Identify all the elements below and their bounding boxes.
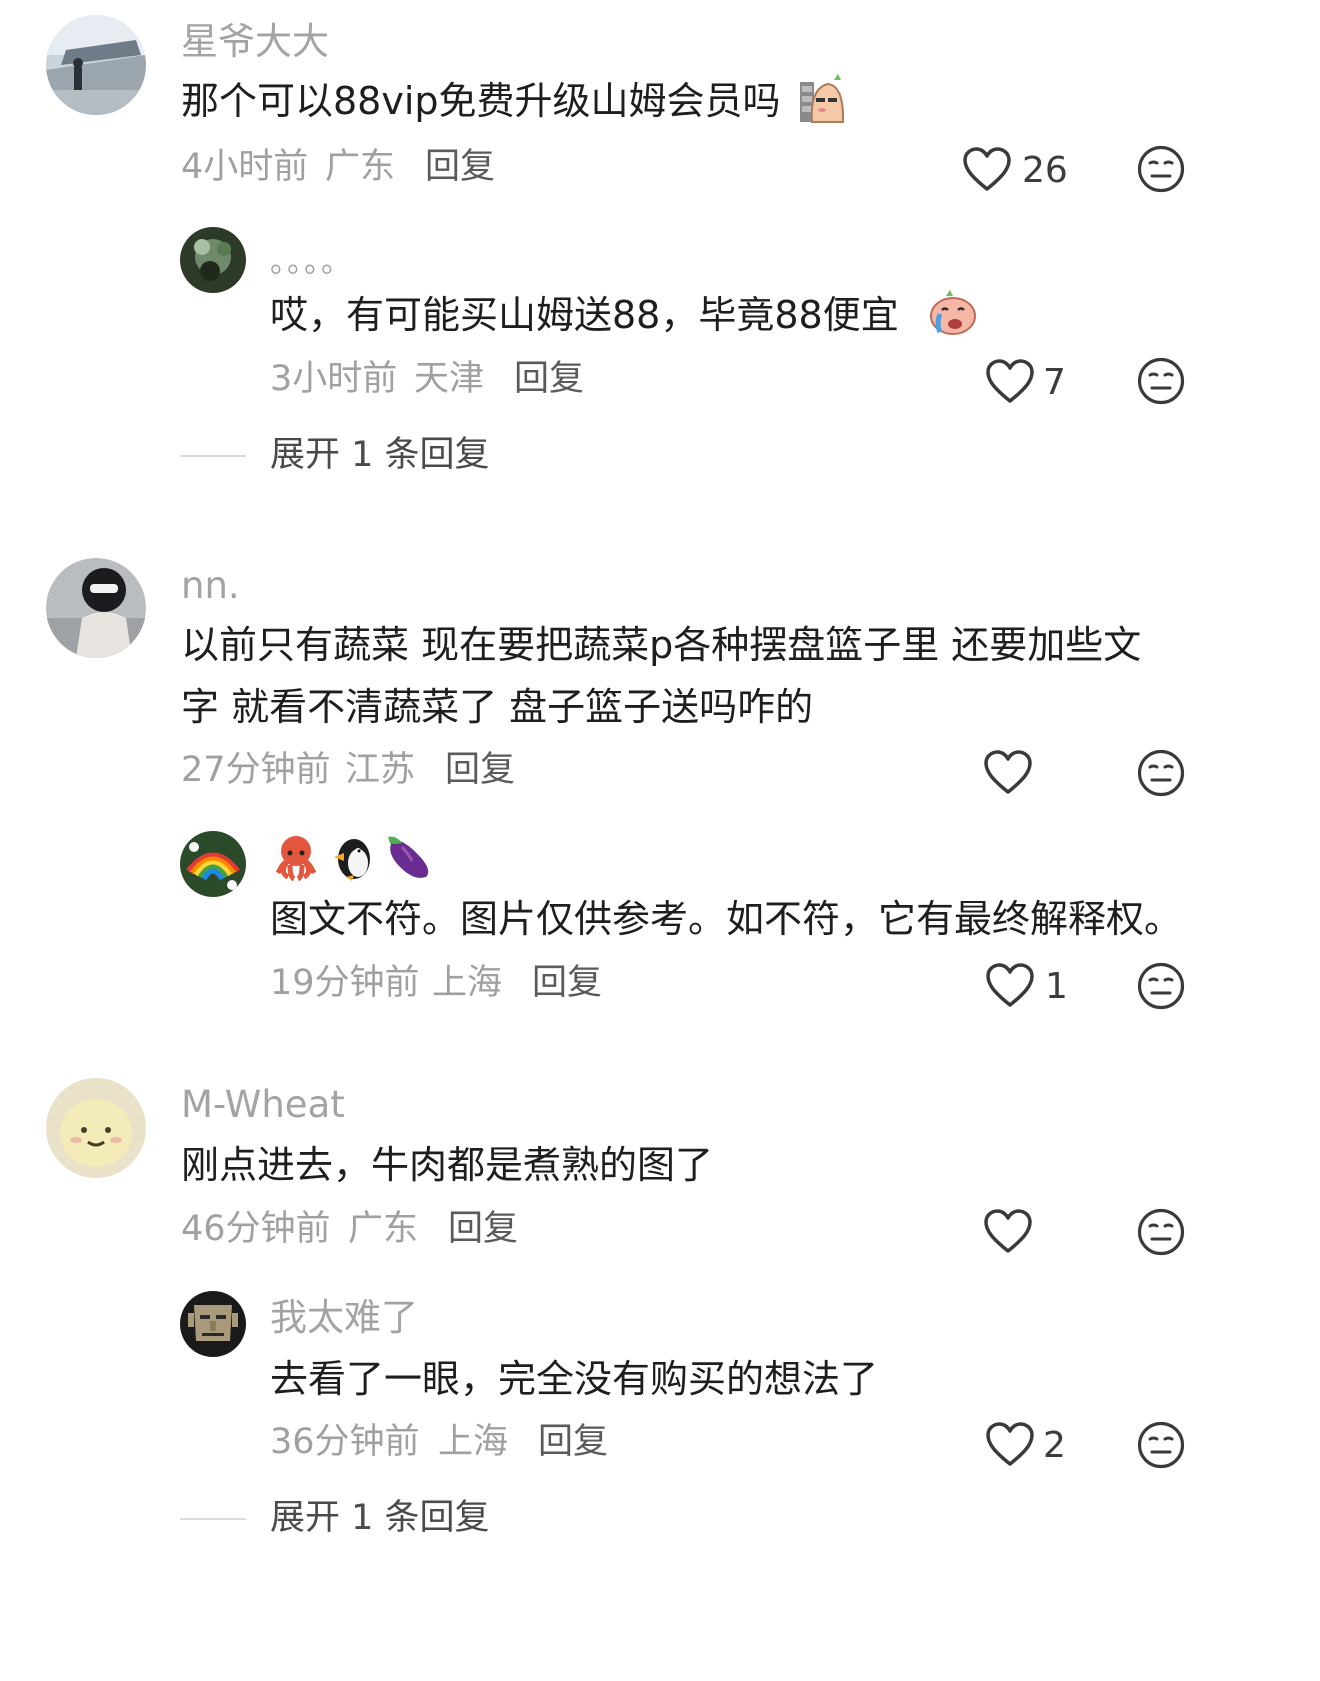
eggplant-icon (388, 836, 429, 878)
comment-time: 36分钟前 (270, 1422, 420, 1462)
avatar[interactable] (46, 15, 146, 115)
username[interactable]: M-Wheat (181, 1086, 345, 1123)
reply-button[interactable]: 回复 (425, 150, 495, 185)
comment-time: 19分钟前 (270, 963, 420, 1003)
like-count: 26 (1022, 150, 1068, 191)
reply-button[interactable]: 回复 (448, 1212, 518, 1247)
comment-text: 刚点进去，牛肉都是煮熟的图了 (181, 1143, 714, 1187)
username-emoji-row[interactable] (270, 833, 440, 883)
divider (180, 1518, 246, 1520)
reply-button[interactable]: 回复 (445, 753, 515, 788)
heart-outline-icon[interactable] (985, 1422, 1035, 1468)
neutral-face-icon[interactable] (1137, 145, 1185, 193)
comment-location: 江苏 (345, 750, 416, 790)
heart-outline-icon[interactable] (983, 750, 1033, 796)
avatar[interactable] (46, 558, 146, 658)
username[interactable]: 我太难了 (270, 1299, 418, 1336)
comment-text: 以前只有蔬菜 现在要把蔬菜p各种摆盘篮子里 还要加些文 (181, 623, 1142, 667)
comment-location: 广东 (325, 147, 396, 187)
heart-outline-icon[interactable] (983, 1209, 1033, 1255)
username[interactable]: nn. (181, 567, 240, 604)
heart-outline-icon[interactable] (985, 963, 1035, 1009)
avatar[interactable] (180, 1291, 246, 1357)
comment-location: 天津 (414, 359, 485, 399)
comment-text: 字 就看不清蔬菜了 盘子篮子送吗咋的 (181, 685, 814, 729)
neutral-face-icon[interactable] (1137, 357, 1185, 405)
reply-text: 图文不符。图片仅供参考。如不符，它有最终解释权。 (270, 897, 1183, 941)
username[interactable]: 星爷大大 (181, 23, 329, 60)
neutral-face-icon[interactable] (1137, 1421, 1185, 1469)
reply-text: 哎，有可能买山姆送88，毕竟88便宜 (270, 293, 899, 337)
neutral-face-icon[interactable] (1137, 1208, 1185, 1256)
reply-text: 去看了一眼，完全没有购买的想法了 (270, 1357, 879, 1401)
avatar[interactable] (180, 227, 246, 293)
neutral-face-icon[interactable] (1137, 749, 1185, 797)
expand-replies-button[interactable]: 展开 1 条回复 (270, 438, 490, 473)
like-count: 2 (1043, 1425, 1066, 1466)
comment-text: 那个可以88vip免费升级山姆会员吗 (181, 79, 781, 123)
expand-replies-button[interactable]: 展开 1 条回复 (270, 1501, 490, 1536)
penguin-icon (334, 839, 370, 881)
heart-outline-icon[interactable] (962, 147, 1012, 193)
comment-time: 4小时前 (181, 147, 309, 187)
neutral-face-icon[interactable] (1137, 962, 1185, 1010)
octopus-icon (275, 836, 317, 882)
comment-location: 上海 (432, 963, 503, 1003)
divider (180, 455, 246, 457)
reply-button[interactable]: 回复 (514, 362, 584, 397)
comment-time: 46分钟前 (181, 1209, 331, 1249)
comment-location: 上海 (438, 1422, 509, 1462)
username[interactable]: 。。。。 (270, 248, 353, 278)
reply-button[interactable]: 回复 (538, 1425, 608, 1460)
avatar[interactable] (46, 1078, 146, 1178)
avatar[interactable] (180, 831, 246, 897)
crying-face-emoji-icon (930, 290, 976, 335)
comment-location: 广东 (348, 1209, 419, 1249)
comment-time: 3小时前 (270, 359, 398, 399)
heart-outline-icon[interactable] (985, 359, 1035, 405)
comment-time: 27分钟前 (181, 750, 331, 790)
reply-button[interactable]: 回复 (532, 966, 602, 1001)
like-count: 7 (1043, 362, 1066, 403)
sticker-emoji-icon (800, 74, 845, 123)
like-count: 1 (1045, 966, 1068, 1007)
